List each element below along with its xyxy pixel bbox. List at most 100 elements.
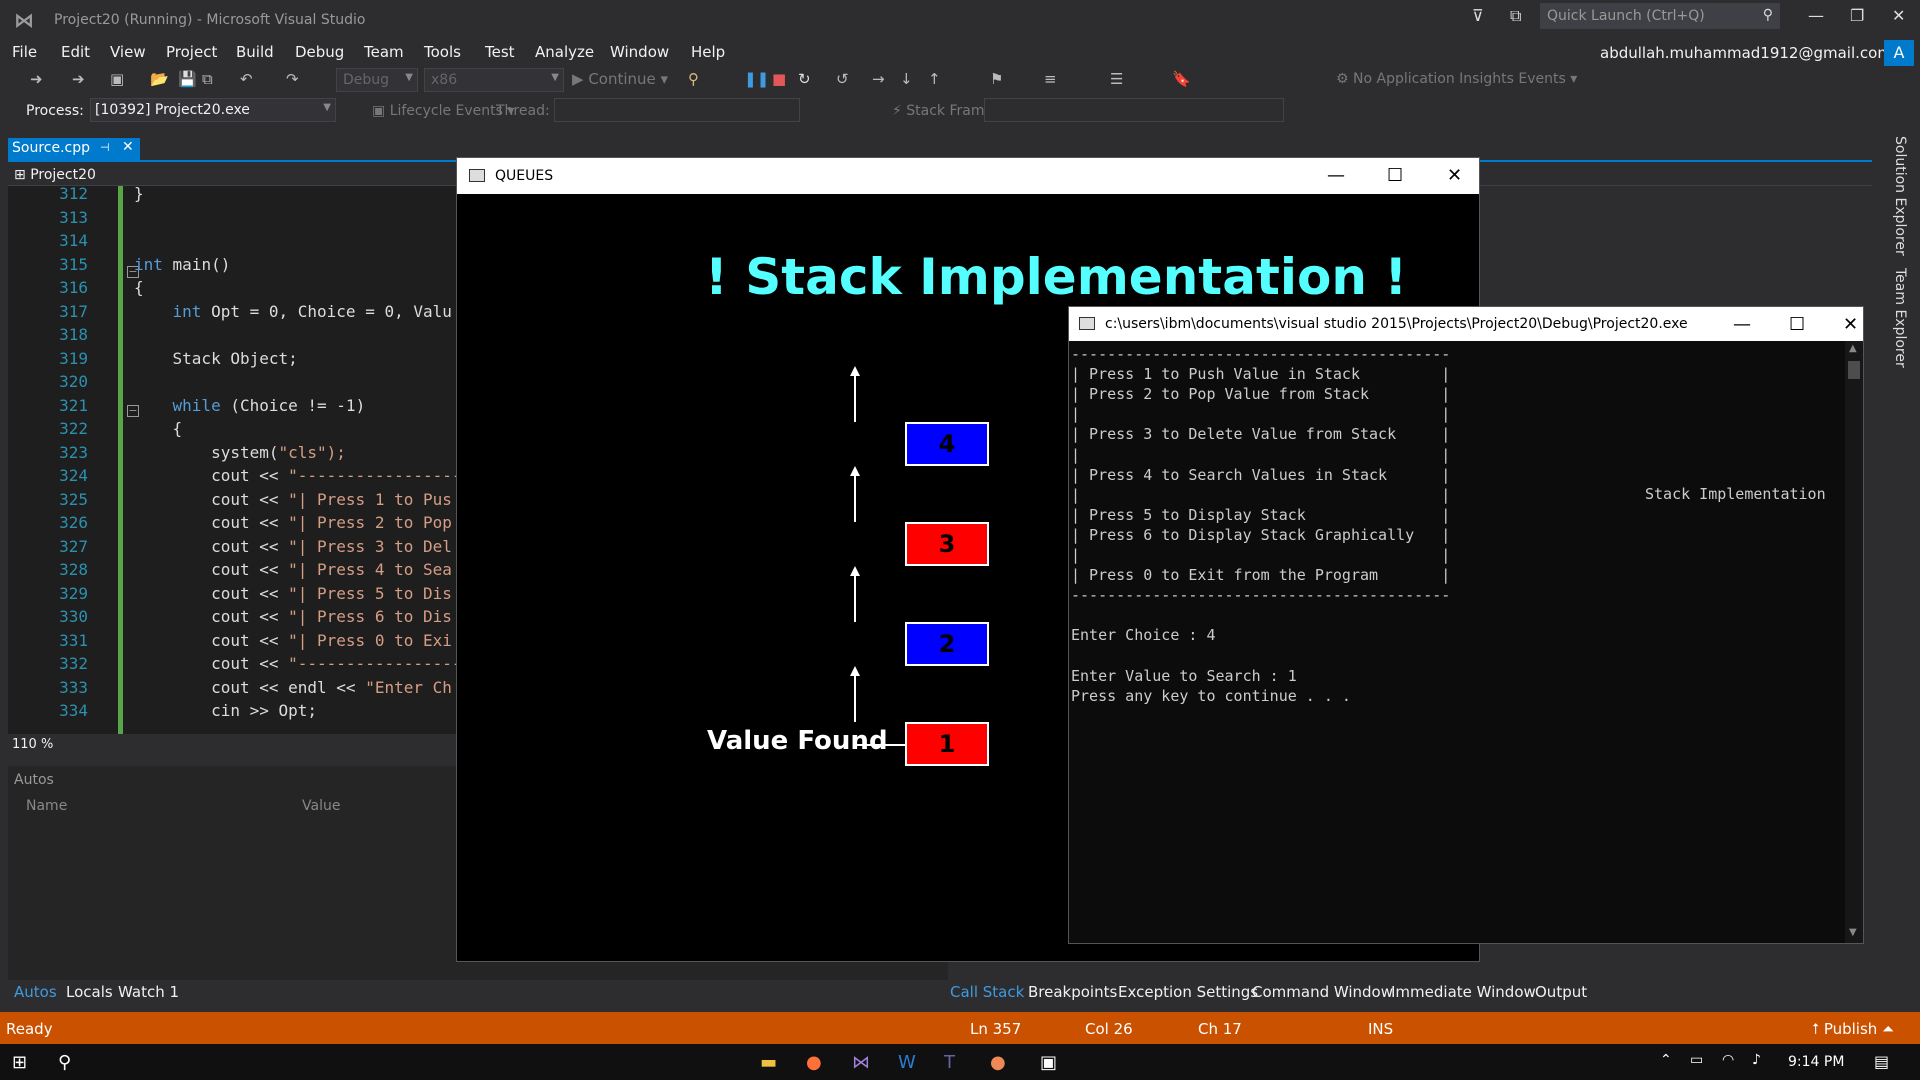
close-icon[interactable]: ✕ — [122, 139, 134, 155]
stack-frame-select[interactable] — [984, 98, 1284, 122]
code-line[interactable]: 320 — [8, 372, 458, 395]
tab-source-cpp[interactable]: Source.cpp ⊣ ✕ — [8, 138, 140, 160]
bookmark-icon[interactable]: 🔖 — [1172, 70, 1191, 88]
process-select[interactable]: [10392] Project20.exe ▼ — [90, 98, 336, 122]
menu-window[interactable]: Window — [610, 43, 669, 61]
new-project-icon[interactable]: ▣ — [110, 70, 124, 88]
code-line[interactable]: 328 cout << "| Press 4 to Sea — [8, 560, 458, 583]
code-line[interactable]: 331 cout << "| Press 0 to Exi — [8, 631, 458, 654]
code-line[interactable]: 315 int main() — [8, 255, 458, 278]
console-app-icon[interactable]: ▣ — [1040, 1052, 1057, 1073]
menu-build[interactable]: Build — [236, 43, 274, 61]
scroll-up-icon[interactable]: ▲ — [1849, 343, 1857, 354]
team-explorer-tab[interactable]: Team Explorer — [1892, 268, 1908, 368]
quick-launch-input[interactable]: Quick Launch (Ctrl+Q) ⚲ — [1540, 3, 1780, 29]
app-icon[interactable]: ● — [990, 1052, 1006, 1073]
step-over-icon[interactable]: ↓ — [900, 70, 913, 88]
stop-debugging-icon[interactable]: ■ — [772, 70, 786, 88]
step-out-icon[interactable]: ↑ — [928, 70, 941, 88]
menu-project[interactable]: Project — [166, 43, 217, 61]
code-line[interactable]: 319 Stack Object; — [8, 349, 458, 372]
tab-breakpoints[interactable]: Breakpoints — [1028, 983, 1117, 1001]
thread-select[interactable] — [554, 98, 800, 122]
open-file-icon[interactable]: 📂 — [150, 70, 169, 88]
close-button[interactable]: ✕ — [1447, 165, 1462, 186]
teams-icon[interactable]: T — [944, 1052, 955, 1073]
code-line[interactable]: 316 { — [8, 278, 458, 301]
code-line[interactable]: 312} — [8, 186, 458, 207]
tab-output[interactable]: Output — [1535, 983, 1587, 1001]
scroll-down-icon[interactable]: ▼ — [1849, 927, 1857, 938]
find-icon[interactable]: ⚲ — [688, 70, 699, 88]
restore-button[interactable]: ❐ — [1850, 6, 1864, 25]
show-next-statement-icon[interactable]: ↺ — [836, 70, 849, 88]
menu-debug[interactable]: Debug — [295, 43, 344, 61]
battery-icon[interactable]: ▭ — [1690, 1052, 1703, 1068]
forward-icon[interactable]: ➔ — [72, 70, 85, 88]
code-line[interactable]: 314 — [8, 231, 458, 254]
queues-titlebar[interactable]: QUEUES — ☐ ✕ — [457, 158, 1479, 194]
menu-help[interactable]: Help — [691, 43, 725, 61]
visual-studio-icon[interactable]: ⋈ — [852, 1052, 870, 1073]
tab-command-window[interactable]: Command Window — [1252, 983, 1393, 1001]
column-header-name[interactable]: Name — [26, 798, 67, 814]
firefox-icon[interactable]: ● — [806, 1052, 822, 1073]
break-all-icon[interactable]: ❚❚ — [744, 70, 769, 88]
code-line[interactable]: 322 { — [8, 419, 458, 442]
clock-time[interactable]: 9:14 PM — [1788, 1054, 1844, 1070]
code-editor[interactable]: − − 312} 313 314 315 int main() 316{317 int O… — [8, 186, 458, 734]
file-explorer-icon[interactable]: ▬ — [760, 1052, 777, 1073]
application-insights-button[interactable]: ⚙ No Application Insights Events ▾ — [1336, 71, 1577, 87]
project-select[interactable]: ⊞ Project20 — [14, 167, 96, 183]
maximize-button[interactable]: ☐ — [1789, 314, 1805, 335]
tab-locals[interactable]: Locals — [66, 983, 113, 1001]
menu-test[interactable]: Test — [485, 43, 515, 61]
code-line[interactable]: 321 while (Choice != -1) — [8, 396, 458, 419]
menu-file[interactable]: File — [12, 43, 37, 61]
code-line[interactable]: 325 cout << "| Press 1 to Pus — [8, 490, 458, 513]
scrollbar-thumb[interactable] — [1848, 361, 1860, 379]
pin-icon[interactable]: ⊣ — [100, 141, 110, 154]
minimize-button[interactable]: — — [1327, 165, 1345, 186]
notification-center-icon[interactable]: ▤ — [1874, 1052, 1889, 1071]
account-name[interactable]: abdullah.muhammad1912@gmail.com — [1600, 44, 1892, 62]
console-output[interactable]: ----------------------------------------… — [1069, 341, 1863, 943]
avatar[interactable]: A — [1884, 40, 1914, 66]
feedback-filter-icon[interactable]: ⊽ — [1472, 6, 1484, 25]
volume-icon[interactable]: ♪ — [1752, 1052, 1761, 1068]
publish-button[interactable]: ⭡ Publish ⏶ — [1812, 1020, 1894, 1038]
chevron-up-icon[interactable]: ⌃ — [1660, 1052, 1672, 1068]
search-icon[interactable]: ⚲ — [1763, 7, 1773, 23]
search-icon[interactable]: ⚲ — [58, 1052, 71, 1073]
code-line[interactable]: 327 cout << "| Press 3 to Del — [8, 537, 458, 560]
undo-icon[interactable]: ↶ — [240, 70, 253, 88]
code-line[interactable]: 333 cout << endl << "Enter Ch — [8, 678, 458, 701]
word-icon[interactable]: W — [898, 1052, 916, 1073]
close-button[interactable]: ✕ — [1892, 6, 1905, 25]
code-line[interactable]: 330 cout << "| Press 6 to Dis — [8, 607, 458, 630]
solution-explorer-tab[interactable]: Solution Explorer — [1892, 136, 1908, 256]
back-icon[interactable]: ➜ — [30, 70, 43, 88]
code-line[interactable]: 334 cin >> Opt; — [8, 701, 458, 724]
tab-watch-1[interactable]: Watch 1 — [118, 983, 179, 1001]
tab-exception-settings[interactable]: Exception Settings — [1118, 983, 1258, 1001]
redo-icon[interactable]: ↷ — [286, 70, 299, 88]
code-line[interactable]: 313 — [8, 208, 458, 231]
menu-edit[interactable]: Edit — [61, 43, 90, 61]
code-line[interactable]: 329 cout << "| Press 5 to Dis — [8, 584, 458, 607]
configuration-select[interactable]: Debug ▼ — [336, 68, 418, 92]
column-header-value[interactable]: Value — [302, 798, 340, 814]
notifications-icon[interactable]: ⧉ — [1510, 6, 1521, 26]
step-into-icon[interactable]: → — [872, 70, 885, 88]
platform-select[interactable]: x86 ▼ — [424, 68, 564, 92]
menu-tools[interactable]: Tools — [424, 43, 461, 61]
menu-analyze[interactable]: Analyze — [535, 43, 594, 61]
comment-icon[interactable]: ≡ — [1044, 70, 1057, 88]
lifecycle-events-button[interactable]: ▣ Lifecycle Events ▾ — [372, 103, 514, 119]
minimize-button[interactable]: — — [1808, 6, 1824, 25]
tab-autos[interactable]: Autos — [14, 983, 57, 1001]
console-window[interactable]: c:\users\ibm\documents\visual studio 201… — [1068, 306, 1864, 944]
code-line[interactable]: 326 cout << "| Press 2 to Pop — [8, 513, 458, 536]
console-titlebar[interactable]: c:\users\ibm\documents\visual studio 201… — [1069, 307, 1863, 341]
menu-team[interactable]: Team — [364, 43, 404, 61]
